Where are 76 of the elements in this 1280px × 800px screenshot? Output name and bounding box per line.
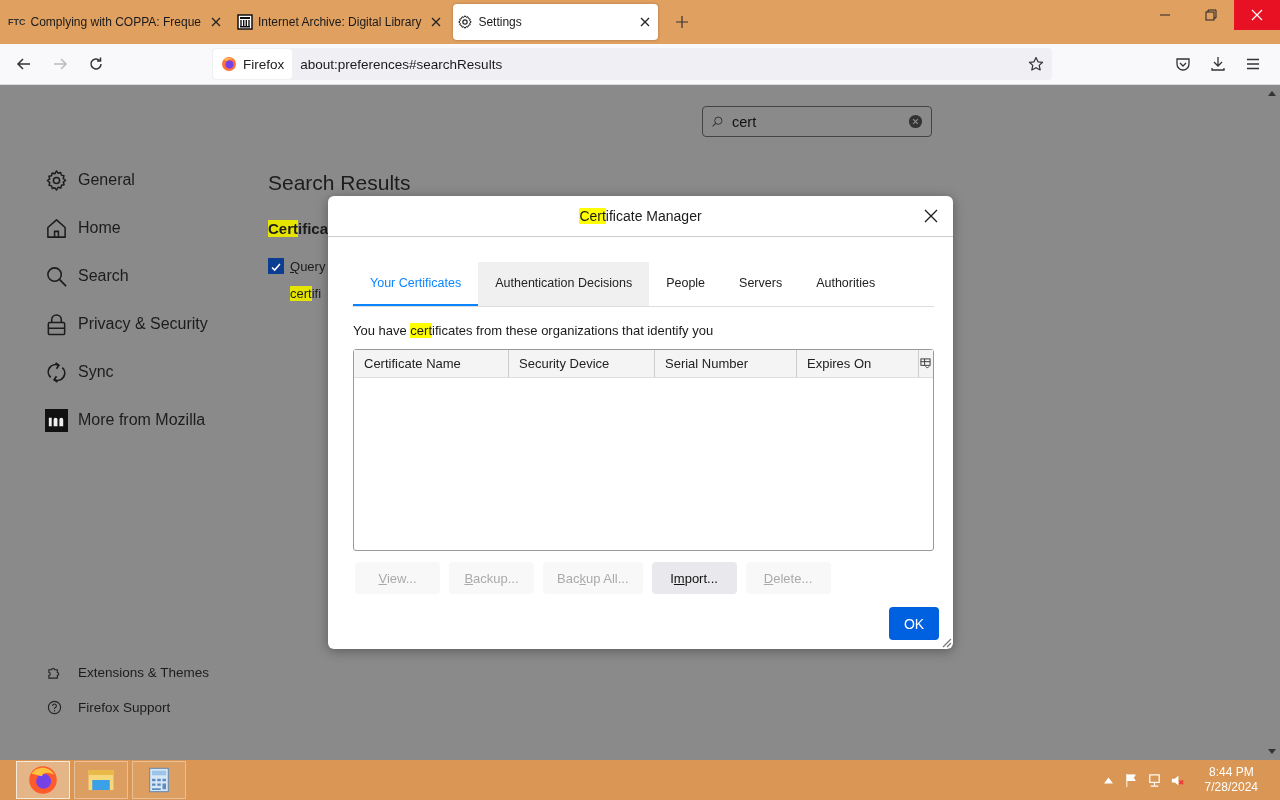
firefox-logo-icon: [28, 765, 58, 795]
search-field[interactable]: cert: [702, 106, 932, 137]
network-icon[interactable]: [1146, 772, 1162, 788]
search-value: cert: [732, 113, 758, 130]
sidebar-item[interactable]: Privacy & Security: [45, 312, 268, 336]
search-icon: [711, 115, 724, 128]
footer-label: Extensions & Themes: [78, 665, 210, 680]
footer-label: Firefox Support: [78, 700, 171, 715]
dialog-tab[interactable]: Authentication Decisions: [478, 262, 650, 306]
dialog-button[interactable]: Import...: [651, 562, 737, 594]
checkbox[interactable]: [268, 258, 284, 274]
address-bar[interactable]: Firefox about:preferences#searchResults: [212, 48, 1052, 80]
sidebar-label: Search: [78, 267, 129, 285]
column-header[interactable]: Serial Number: [655, 350, 797, 377]
star-icon[interactable]: [1028, 56, 1044, 72]
gear-icon: [457, 14, 474, 30]
sidebar-item[interactable]: Home: [45, 216, 268, 240]
dialog-tab[interactable]: Authorities: [799, 262, 893, 306]
sidebar-label: Privacy & Security: [78, 315, 208, 333]
column-header[interactable]: Expires On: [797, 350, 919, 377]
url-text: about:preferences#searchResults: [300, 56, 503, 72]
scroll-up-icon[interactable]: [1267, 89, 1277, 97]
browser-tab[interactable]: Internet Archive: Digital Library: [233, 4, 450, 40]
mozilla-logo-icon: [45, 408, 68, 432]
scroll-down-icon[interactable]: [1267, 748, 1277, 756]
tab-title: Complying with COPPA: Freque: [30, 15, 201, 29]
browser-tab[interactable]: Settings: [453, 4, 659, 40]
building-icon: [237, 14, 253, 30]
close-icon[interactable]: [924, 209, 938, 223]
close-icon[interactable]: [211, 17, 221, 27]
download-icon[interactable]: [1210, 56, 1226, 72]
pocket-icon[interactable]: [1175, 56, 1191, 72]
description-text: You have certificates from these organizations that identify you: [353, 323, 715, 338]
taskbar-app[interactable]: [132, 761, 186, 799]
tab-title: Settings: [478, 15, 522, 29]
sync-icon: [45, 360, 68, 384]
identity-box[interactable]: Firefox: [213, 49, 293, 79]
dialog-tab[interactable]: Servers: [722, 262, 800, 306]
search-icon: [45, 264, 68, 288]
help-icon: [47, 700, 62, 715]
sidebar-label: General: [78, 171, 135, 189]
column-header[interactable]: Certificate Name: [354, 350, 509, 377]
page-heading: Search Results: [268, 171, 411, 195]
browser-tab[interactable]: FTC Complying with COPPA: Freque: [4, 4, 229, 40]
lock-icon: [45, 312, 68, 336]
plus-icon[interactable]: [676, 16, 689, 28]
resize-grip-icon[interactable]: [940, 636, 952, 648]
tab-title: Internet Archive: Digital Library: [258, 15, 422, 29]
clear-icon[interactable]: [908, 114, 923, 129]
sidebar-label: More from Mozilla: [78, 411, 206, 429]
sidebar-item[interactable]: General: [45, 168, 268, 192]
close-icon[interactable]: [431, 17, 442, 27]
section-title: Certifica: [268, 220, 329, 237]
menu-icon[interactable]: [1245, 56, 1261, 72]
home-icon: [45, 216, 68, 240]
favicon: FTC: [8, 17, 26, 27]
sidebar-label: Home: [78, 219, 121, 237]
footer-link[interactable]: Firefox Support: [45, 700, 268, 715]
ok-button[interactable]: OK: [889, 607, 939, 640]
puzzle-icon: [47, 665, 62, 680]
column-picker-icon[interactable]: [920, 358, 931, 369]
back-icon[interactable]: [16, 56, 32, 72]
dialog-tab[interactable]: People: [649, 262, 723, 306]
firefox-logo-icon: [221, 56, 237, 72]
column-header[interactable]: Security Device: [509, 350, 655, 377]
close-icon[interactable]: [640, 17, 651, 27]
taskbar-app[interactable]: [16, 761, 70, 799]
sidebar-item[interactable]: Search: [45, 264, 268, 288]
flag-icon[interactable]: [1123, 772, 1139, 788]
sidebar-item[interactable]: More from Mozilla: [45, 408, 268, 432]
sidebar-item[interactable]: Sync: [45, 360, 268, 384]
identity-label: Firefox: [243, 56, 285, 72]
footer-link[interactable]: Extensions & Themes: [45, 665, 268, 680]
sidebar-label: Sync: [78, 363, 114, 381]
gear-icon: [45, 168, 68, 192]
reload-icon[interactable]: [88, 56, 104, 72]
